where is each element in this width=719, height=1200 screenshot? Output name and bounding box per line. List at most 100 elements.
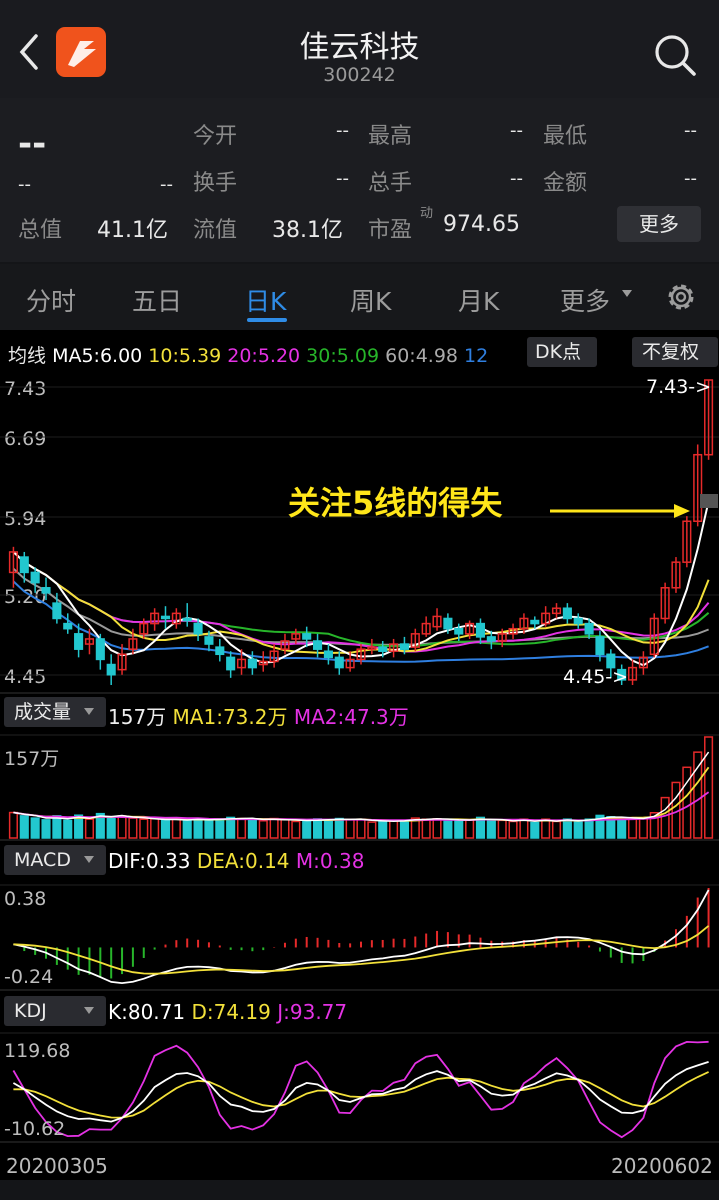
- volume-bar: [280, 818, 290, 839]
- macd-dif: DIF:0.33: [108, 849, 191, 873]
- macd-dropdown-icon: [84, 856, 94, 863]
- end-date: 20200602: [611, 1154, 713, 1178]
- candle-body: [475, 622, 486, 638]
- volume-bar: [204, 819, 214, 839]
- volume-bar: [8, 811, 18, 839]
- kdj-k: K:80.71: [108, 1000, 186, 1024]
- candle-body: [443, 617, 453, 630]
- kdj-dropdown-icon: [84, 1007, 94, 1014]
- high-price-marker: 7.43->: [646, 376, 712, 398]
- candle-body: [160, 615, 171, 620]
- price-cursor-tag: [700, 494, 718, 508]
- volume-bar: [106, 816, 116, 839]
- macd-dea: DEA:0.14: [196, 849, 290, 873]
- volume-bar: [508, 820, 518, 839]
- volume-bar: [443, 818, 453, 839]
- volume-bar: [345, 818, 355, 839]
- volume-legend: 157万 MA1:73.2万 MA2:47.3万: [108, 701, 409, 730]
- volume-bar: [530, 821, 540, 839]
- volume-ma-line: [13, 766, 710, 822]
- candle-body: [323, 650, 333, 659]
- volume-bar: [660, 796, 670, 839]
- volume-bar: [356, 818, 366, 839]
- volume-bar: [584, 818, 594, 839]
- candle-body: [530, 619, 540, 625]
- callout-text: 关注5线的得失: [288, 484, 503, 522]
- macd-axis-bottom: -0.24: [4, 966, 54, 988]
- candle-body: [486, 636, 496, 642]
- start-date: 20200305: [6, 1154, 108, 1178]
- volume-bar: [323, 819, 333, 839]
- volume-bar: [160, 819, 171, 839]
- volume-ma-line: [13, 751, 710, 823]
- kdj-axis-top: 119.68: [4, 1040, 71, 1062]
- candle-body: [63, 622, 73, 630]
- candle-body: [95, 638, 105, 661]
- volume-bar: [367, 821, 377, 839]
- volume-bar: [399, 820, 409, 839]
- volume-bar: [562, 818, 572, 839]
- volume-bar: [432, 818, 442, 839]
- volume-bar: [63, 819, 73, 839]
- candle-body: [74, 633, 84, 650]
- volume-bar: [171, 818, 181, 839]
- volume-bar: [638, 817, 648, 839]
- volume-value: 157万: [108, 705, 167, 729]
- volume-bar: [150, 818, 160, 839]
- candle-body: [313, 640, 323, 650]
- macd-m: M:0.38: [295, 849, 365, 873]
- volume-bar: [465, 818, 475, 839]
- candle-body: [399, 643, 409, 650]
- volume-bar: [30, 817, 40, 839]
- kdj-j: J:93.77: [277, 1000, 348, 1024]
- candle-body: [334, 656, 344, 669]
- volume-bar: [302, 819, 312, 839]
- candle-body: [573, 617, 583, 625]
- candle-body: [584, 622, 594, 635]
- volume-bar: [41, 819, 51, 839]
- volume-ma2: MA2:47.3万: [293, 705, 409, 729]
- volume-bar: [378, 820, 388, 839]
- volume-bar: [182, 819, 192, 839]
- candle-body: [226, 656, 236, 671]
- kdj-d-line: [13, 1071, 709, 1119]
- volume-bar: [117, 815, 127, 839]
- kdj-j-line: [12, 1040, 709, 1139]
- volume-bar: [693, 751, 703, 839]
- candle-body: [182, 617, 192, 622]
- volume-axis-top: 157万: [4, 748, 60, 770]
- volume-bar: [551, 820, 562, 839]
- candle-body: [562, 607, 572, 620]
- volume-bar: [313, 818, 323, 839]
- volume-bar: [497, 819, 507, 839]
- volume-bar: [334, 817, 344, 839]
- volume-bar: [84, 818, 95, 839]
- volume-bar: [193, 818, 203, 839]
- volume-bar: [128, 817, 138, 839]
- callout-arrowhead: [674, 504, 690, 518]
- macd-axis-top: 0.38: [4, 888, 47, 910]
- volume-bar: [236, 817, 247, 839]
- candle-body: [106, 663, 116, 676]
- candle-body: [595, 636, 605, 656]
- kdj-legend: K:80.71 D:74.19 J:93.77: [108, 1000, 347, 1024]
- candle-body: [302, 633, 312, 640]
- candle-body: [52, 602, 62, 620]
- volume-bar: [421, 818, 431, 839]
- candle-body: [30, 571, 40, 584]
- volume-ma1: MA1:73.2万: [172, 705, 288, 729]
- volume-bar: [247, 818, 257, 839]
- candle-body: [193, 622, 203, 635]
- volume-bar: [627, 816, 638, 839]
- volume-bar: [139, 818, 149, 839]
- macd-legend: DIF:0.33 DEA:0.14 M:0.38: [108, 849, 364, 873]
- volume-bar: [486, 820, 496, 839]
- volume-bar: [454, 820, 464, 839]
- volume-bar: [389, 819, 399, 839]
- volume-bar: [291, 820, 301, 839]
- volume-bar: [52, 815, 62, 839]
- volume-bar: [269, 817, 279, 839]
- volume-dropdown-icon: [84, 708, 94, 715]
- kdj-k-line: [12, 1061, 709, 1123]
- candle-body: [41, 587, 51, 594]
